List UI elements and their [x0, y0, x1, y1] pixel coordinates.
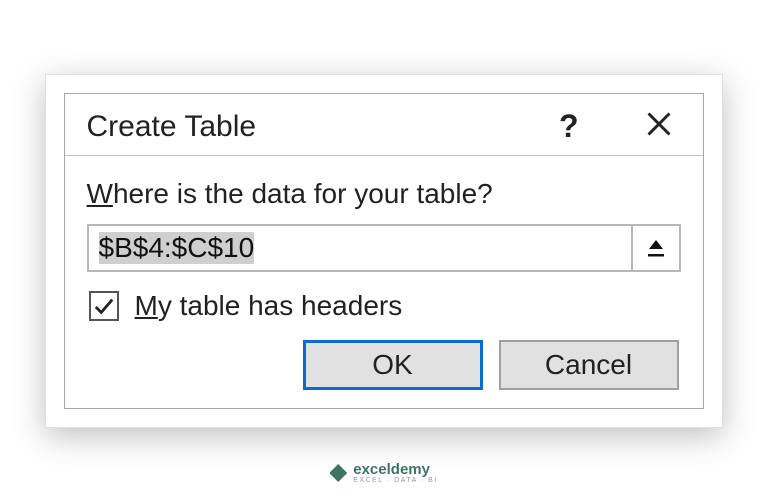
headers-checkbox[interactable]: [89, 291, 119, 321]
range-input-row: [87, 224, 681, 272]
dialog-title: Create Table: [87, 110, 541, 144]
close-icon[interactable]: [637, 110, 681, 143]
dialog-button-row: OK Cancel: [87, 340, 681, 390]
range-prompt-label: Where is the data for your table?: [87, 178, 681, 210]
watermark-name: exceldemy: [353, 462, 438, 477]
cancel-button[interactable]: Cancel: [499, 340, 679, 390]
range-input[interactable]: [89, 226, 631, 270]
checkmark-icon: [93, 295, 115, 317]
dialog-body: Where is the data for your table? My tab…: [65, 155, 703, 408]
help-icon[interactable]: ?: [541, 108, 597, 145]
dialog-titlebar: Create Table ?: [65, 94, 703, 155]
collapse-dialog-icon: [644, 236, 668, 260]
dialog-shadow-wrapper: Create Table ? Where is the data for you…: [45, 74, 723, 428]
headers-checkbox-label: My table has headers: [135, 290, 403, 322]
create-table-dialog: Create Table ? Where is the data for you…: [64, 93, 704, 409]
watermark-logo-icon: [329, 464, 347, 482]
watermark-sub: EXCEL · DATA · BI: [353, 477, 438, 484]
watermark: exceldemy EXCEL · DATA · BI: [329, 462, 438, 484]
range-picker-button[interactable]: [631, 226, 679, 270]
ok-button[interactable]: OK: [303, 340, 483, 390]
watermark-text: exceldemy EXCEL · DATA · BI: [353, 462, 438, 484]
headers-checkbox-row: My table has headers: [89, 290, 681, 322]
